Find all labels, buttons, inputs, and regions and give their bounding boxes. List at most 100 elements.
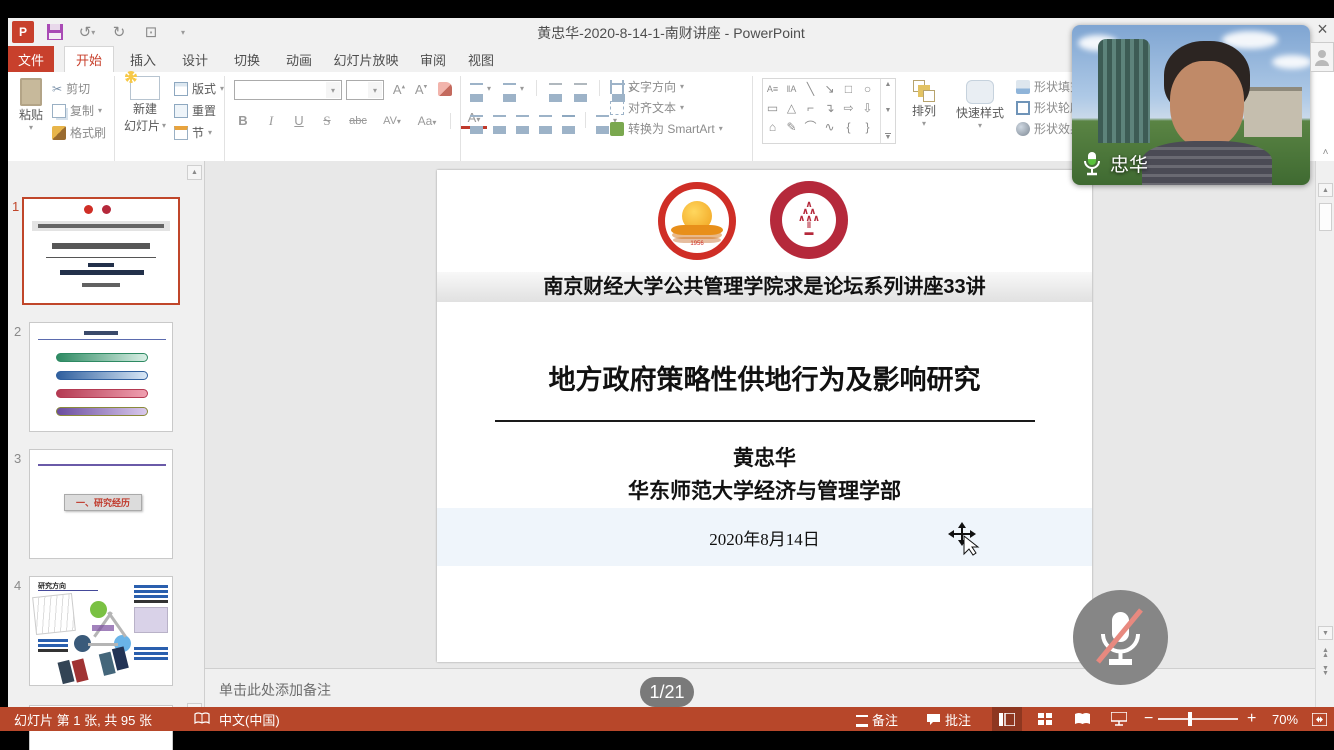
character-spacing-button[interactable]: AV▾ <box>380 115 404 127</box>
section-button[interactable]: 节 ▾ <box>174 124 212 141</box>
series-title[interactable]: 南京财经大学公共管理学院求是论坛系列讲座33讲 <box>437 272 1092 302</box>
close-overlay-button[interactable]: × <box>1311 19 1334 41</box>
align-right-button[interactable] <box>516 115 529 126</box>
shape-curve-icon[interactable]: ∿ <box>820 117 839 136</box>
shadow-button[interactable]: S <box>318 113 336 129</box>
reading-view-button[interactable] <box>1067 707 1097 731</box>
copy-button[interactable]: 复制 ▾ <box>52 102 102 119</box>
bold-button[interactable]: B <box>234 113 252 128</box>
shape-triangle-icon[interactable]: △ <box>782 98 801 117</box>
numbering-button[interactable]: ▾ <box>503 83 524 94</box>
grow-font-button[interactable]: A▴ <box>390 82 408 97</box>
align-center-button[interactable] <box>493 115 506 126</box>
shape-elbow-arrow-icon[interactable]: ↴ <box>820 98 839 117</box>
slide-date[interactable]: 2020年8月14日 <box>437 525 1092 550</box>
shape-elbow-icon[interactable]: ⌐ <box>801 98 820 117</box>
increase-indent-button[interactable] <box>574 83 587 94</box>
tab-design[interactable]: 设计 <box>172 46 218 72</box>
slide-thumbnail-3[interactable]: 一、研究经历 <box>29 449 173 559</box>
strikethrough-button[interactable]: abc <box>346 115 370 127</box>
layout-button[interactable]: 版式 ▾ <box>174 80 224 97</box>
language-status[interactable]: 中文(中国) <box>215 707 284 731</box>
slide-number-status[interactable]: 幻灯片 第 1 张, 共 95 张 <box>10 707 156 731</box>
align-left-button[interactable] <box>470 115 483 126</box>
webcam-video-overlay[interactable]: 忠华 <box>1072 25 1310 185</box>
slideshow-view-button[interactable] <box>1104 707 1134 731</box>
zoom-out-button[interactable]: − <box>1140 707 1157 731</box>
microphone-muted-button[interactable] <box>1073 590 1168 685</box>
zoom-slider-thumb[interactable] <box>1188 712 1192 726</box>
slide-sorter-view-button[interactable] <box>1030 707 1060 731</box>
slide-thumbnail-4[interactable]: 研究方向 <box>29 576 173 686</box>
slide-author[interactable]: 黄忠华 <box>437 442 1092 472</box>
shape-gallery[interactable]: A≡‖A╲↘□○ ▭△⌐↴⇨⇩ ⌂✎⌒∿{} ▲ ▼ ▼ <box>762 78 896 144</box>
convert-smartart-button[interactable]: 转换为 SmartArt▾ <box>610 120 723 137</box>
slide-affiliation[interactable]: 华东师范大学经济与管理学部 <box>437 475 1092 505</box>
shape-freeform-icon[interactable]: ⌂ <box>763 117 782 136</box>
tab-animations[interactable]: 动画 <box>276 46 322 72</box>
shapes-scroll-up-icon[interactable]: ▲ <box>885 81 892 88</box>
tab-home[interactable]: 开始 <box>64 46 114 72</box>
shape-right-arrow-icon[interactable]: ⇨ <box>839 98 858 117</box>
clear-formatting-button[interactable] <box>438 82 452 96</box>
shapes-scroll-down-icon[interactable]: ▼ <box>885 107 892 114</box>
shape-brace-right-icon[interactable]: } <box>858 117 877 136</box>
zoom-slider-track[interactable] <box>1158 718 1238 720</box>
paste-button[interactable]: 粘贴 ▾ <box>14 78 48 132</box>
shape-arc-icon[interactable]: ⌒ <box>801 117 820 136</box>
text-direction-button[interactable]: 文字方向▾ <box>610 78 723 95</box>
justify-button[interactable] <box>539 115 552 126</box>
slide-thumbnail-2[interactable] <box>29 322 173 432</box>
cut-button[interactable]: ✂ 剪切 <box>52 80 90 97</box>
spell-check-button[interactable] <box>190 707 214 731</box>
new-slide-button[interactable]: 新建 幻灯片▾ <box>122 76 168 134</box>
slide[interactable]: 1956 ∧∧∧∧∧∧‖▬ 南京财经大学公共管理学院求是论坛系列讲座33讲 地方… <box>437 170 1092 662</box>
scroll-down-button[interactable]: ▼ <box>1318 626 1333 640</box>
italic-button[interactable]: I <box>262 113 280 129</box>
next-slide-button[interactable]: ▼▼ <box>1318 666 1333 676</box>
slide-title[interactable]: 地方政府策略性供地行为及影响研究 <box>437 358 1092 397</box>
shape-line-icon[interactable]: ╲ <box>801 79 820 98</box>
notes-toggle-button[interactable]: 备注 <box>852 707 902 731</box>
shape-rounded-rect-icon[interactable]: ▭ <box>763 98 782 117</box>
shapes-more-icon[interactable]: ▼ <box>885 133 892 141</box>
zoom-in-button[interactable]: + <box>1243 707 1260 731</box>
tab-file[interactable]: 文件 <box>8 46 54 72</box>
scroll-up-button[interactable]: ▲ <box>1318 183 1333 197</box>
shape-scribble-icon[interactable]: ✎ <box>782 117 801 136</box>
arrange-button[interactable]: 排列 ▾ <box>904 80 944 128</box>
shape-vtextbox-icon[interactable]: ‖A <box>782 79 801 98</box>
font-name-combo[interactable]: ▾ <box>234 80 342 100</box>
normal-view-button[interactable] <box>992 707 1022 731</box>
shrink-font-button[interactable]: A▾ <box>412 82 430 97</box>
thumb-panel-scroll-up[interactable]: ▲ <box>187 165 202 180</box>
decrease-indent-button[interactable] <box>549 83 562 94</box>
shape-oval-icon[interactable]: ○ <box>858 79 877 98</box>
comments-toggle-button[interactable]: 批注 <box>922 707 975 731</box>
tab-insert[interactable]: 插入 <box>120 46 166 72</box>
zoom-level[interactable]: 70% <box>1268 707 1302 731</box>
tab-view[interactable]: 视图 <box>458 46 504 72</box>
previous-slide-button[interactable]: ▲▲ <box>1318 648 1333 658</box>
align-text-button[interactable]: 对齐文本▾ <box>610 99 723 116</box>
shape-arrow-icon[interactable]: ↘ <box>820 79 839 98</box>
shape-brace-left-icon[interactable]: { <box>839 117 858 136</box>
change-case-button[interactable]: Aa▾ <box>414 114 440 128</box>
slide-thumbnail-1[interactable] <box>22 197 180 305</box>
shape-textbox-icon[interactable]: A≡ <box>763 79 782 98</box>
underline-button[interactable]: U <box>290 113 308 128</box>
participants-button[interactable] <box>1310 42 1334 72</box>
notes-placeholder[interactable]: 单击此处添加备注 <box>219 680 331 700</box>
tab-review[interactable]: 审阅 <box>410 46 456 72</box>
format-painter-button[interactable]: 格式刷 <box>52 124 106 141</box>
collapse-ribbon-button[interactable]: ˄ <box>1318 147 1333 158</box>
font-size-combo[interactable]: ▾ <box>346 80 384 100</box>
quick-styles-button[interactable]: 快速样式 ▾ <box>950 80 1010 130</box>
shape-rect-icon[interactable]: □ <box>839 79 858 98</box>
bullets-button[interactable]: ▾ <box>470 83 491 94</box>
fit-to-window-button[interactable] <box>1304 707 1334 731</box>
reset-button[interactable]: 重置 <box>174 102 216 119</box>
distributed-button[interactable] <box>562 115 575 126</box>
scroll-thumb[interactable] <box>1319 203 1332 231</box>
tab-transitions[interactable]: 切换 <box>224 46 270 72</box>
